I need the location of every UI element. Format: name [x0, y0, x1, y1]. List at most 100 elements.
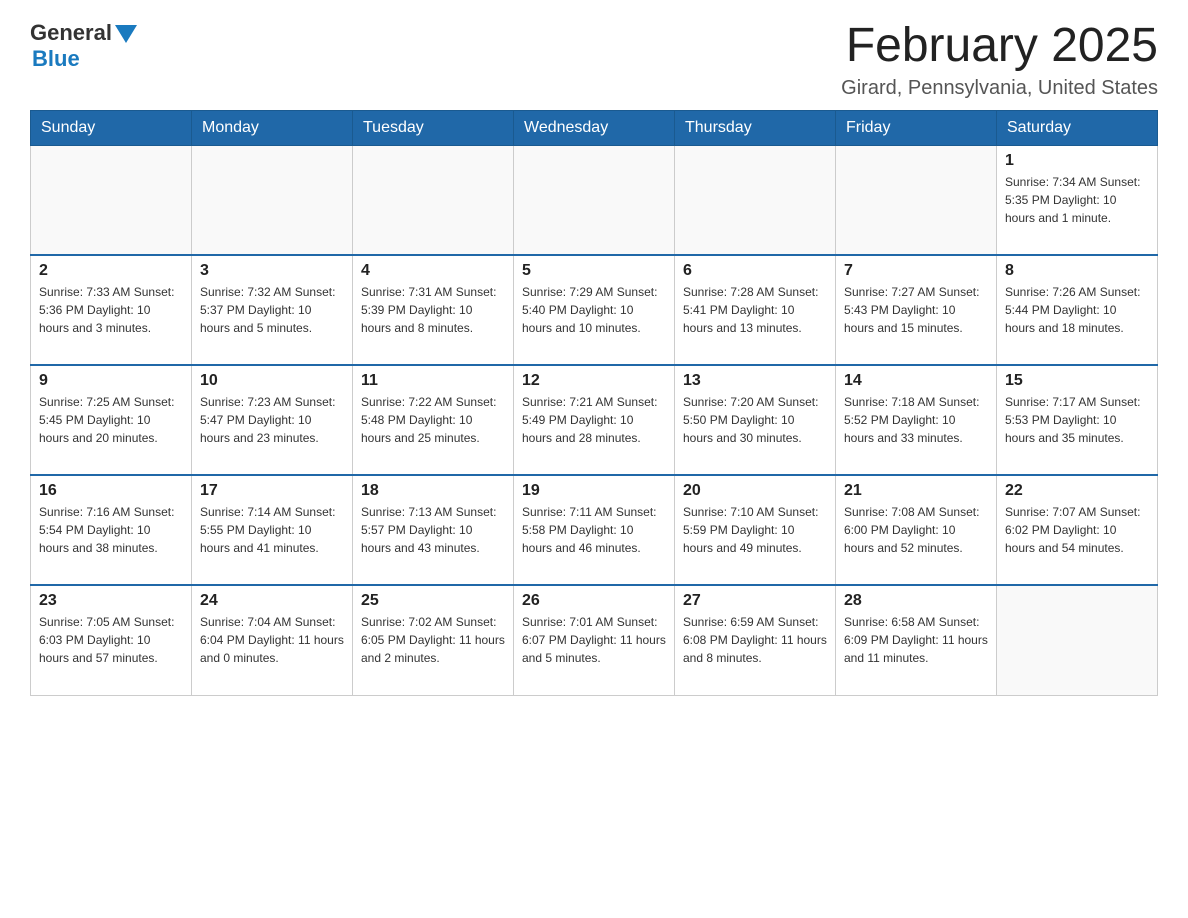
- table-row: [192, 145, 353, 255]
- day-info: Sunrise: 7:31 AM Sunset: 5:39 PM Dayligh…: [361, 283, 505, 337]
- calendar-week-row: 1 Sunrise: 7:34 AM Sunset: 5:35 PM Daylig…: [31, 145, 1158, 255]
- calendar-week-row: 2 Sunrise: 7:33 AM Sunset: 5:36 PM Daylig…: [31, 255, 1158, 365]
- table-row: 20Sunrise: 7:10 AM Sunset: 5:59 PM Dayli…: [675, 475, 836, 585]
- day-number: 5: [522, 262, 666, 280]
- day-info: Sunrise: 7:16 AM Sunset: 5:54 PM Dayligh…: [39, 503, 183, 557]
- table-row: 25 Sunrise: 7:02 AM Sunset: 6:05 PM Dayli…: [353, 585, 514, 695]
- table-row: 21 Sunrise: 7:08 AM Sunset: 6:00 PM Dayli…: [836, 475, 997, 585]
- table-row: 24 Sunrise: 7:04 AM Sunset: 6:04 PM Dayli…: [192, 585, 353, 695]
- table-row: [675, 145, 836, 255]
- day-info: Sunrise: 7:25 AM Sunset: 5:45 PM Dayligh…: [39, 393, 183, 447]
- day-info: Sunrise: 7:22 AM Sunset: 5:48 PM Dayligh…: [361, 393, 505, 447]
- day-info: Sunrise: 7:21 AM Sunset: 5:49 PM Dayligh…: [522, 393, 666, 447]
- table-row: 17 Sunrise: 7:14 AM Sunset: 5:55 PM Dayli…: [192, 475, 353, 585]
- calendar-week-row: 23Sunrise: 7:05 AM Sunset: 6:03 PM Dayli…: [31, 585, 1158, 695]
- day-info: Sunrise: 6:59 AM Sunset: 6:08 PM Dayligh…: [683, 613, 827, 667]
- table-row: [997, 585, 1158, 695]
- day-number: 2: [39, 262, 183, 280]
- table-row: [836, 145, 997, 255]
- table-row: 3Sunrise: 7:32 AM Sunset: 5:37 PM Daylig…: [192, 255, 353, 365]
- day-number: 4: [361, 262, 505, 280]
- day-number: 22: [1005, 482, 1149, 500]
- day-info: Sunrise: 7:07 AM Sunset: 6:02 PM Dayligh…: [1005, 503, 1149, 557]
- day-number: 3: [200, 262, 344, 280]
- day-number: 6: [683, 262, 827, 280]
- day-number: 24: [200, 592, 344, 610]
- table-row: 15 Sunrise: 7:17 AM Sunset: 5:53 PM Dayli…: [997, 365, 1158, 475]
- day-info: Sunrise: 7:28 AM Sunset: 5:41 PM Dayligh…: [683, 283, 827, 337]
- table-row: 8 Sunrise: 7:26 AM Sunset: 5:44 PM Daylig…: [997, 255, 1158, 365]
- calendar-week-row: 9 Sunrise: 7:25 AM Sunset: 5:45 PM Daylig…: [31, 365, 1158, 475]
- table-row: 19Sunrise: 7:11 AM Sunset: 5:58 PM Dayli…: [514, 475, 675, 585]
- day-info: Sunrise: 7:27 AM Sunset: 5:43 PM Dayligh…: [844, 283, 988, 337]
- day-number: 27: [683, 592, 827, 610]
- day-number: 14: [844, 372, 988, 390]
- day-info: Sunrise: 7:01 AM Sunset: 6:07 PM Dayligh…: [522, 613, 666, 667]
- table-row: 22 Sunrise: 7:07 AM Sunset: 6:02 PM Dayli…: [997, 475, 1158, 585]
- logo: General Blue: [30, 20, 137, 72]
- day-info: Sunrise: 7:02 AM Sunset: 6:05 PM Dayligh…: [361, 613, 505, 667]
- table-row: 9 Sunrise: 7:25 AM Sunset: 5:45 PM Daylig…: [31, 365, 192, 475]
- header-saturday: Saturday: [997, 110, 1158, 145]
- day-number: 12: [522, 372, 666, 390]
- day-number: 21: [844, 482, 988, 500]
- day-number: 1: [1005, 152, 1149, 170]
- table-row: 6 Sunrise: 7:28 AM Sunset: 5:41 PM Daylig…: [675, 255, 836, 365]
- day-info: Sunrise: 7:08 AM Sunset: 6:00 PM Dayligh…: [844, 503, 988, 557]
- header-wednesday: Wednesday: [514, 110, 675, 145]
- day-info: Sunrise: 7:10 AM Sunset: 5:59 PM Dayligh…: [683, 503, 827, 557]
- table-row: 12 Sunrise: 7:21 AM Sunset: 5:49 PM Dayli…: [514, 365, 675, 475]
- logo-general-text: General: [30, 20, 112, 46]
- day-info: Sunrise: 7:04 AM Sunset: 6:04 PM Dayligh…: [200, 613, 344, 667]
- table-row: 11Sunrise: 7:22 AM Sunset: 5:48 PM Dayli…: [353, 365, 514, 475]
- day-info: Sunrise: 7:17 AM Sunset: 5:53 PM Dayligh…: [1005, 393, 1149, 447]
- table-row: 23Sunrise: 7:05 AM Sunset: 6:03 PM Dayli…: [31, 585, 192, 695]
- day-number: 15: [1005, 372, 1149, 390]
- table-row: 16 Sunrise: 7:16 AM Sunset: 5:54 PM Dayli…: [31, 475, 192, 585]
- page-title: February 2025: [841, 20, 1158, 73]
- day-number: 16: [39, 482, 183, 500]
- logo-arrow-icon: [115, 25, 137, 43]
- header-monday: Monday: [192, 110, 353, 145]
- day-info: Sunrise: 7:13 AM Sunset: 5:57 PM Dayligh…: [361, 503, 505, 557]
- day-number: 17: [200, 482, 344, 500]
- day-info: Sunrise: 7:20 AM Sunset: 5:50 PM Dayligh…: [683, 393, 827, 447]
- day-info: Sunrise: 7:29 AM Sunset: 5:40 PM Dayligh…: [522, 283, 666, 337]
- table-row: 4 Sunrise: 7:31 AM Sunset: 5:39 PM Daylig…: [353, 255, 514, 365]
- header-thursday: Thursday: [675, 110, 836, 145]
- day-info: Sunrise: 7:26 AM Sunset: 5:44 PM Dayligh…: [1005, 283, 1149, 337]
- day-info: Sunrise: 7:14 AM Sunset: 5:55 PM Dayligh…: [200, 503, 344, 557]
- day-info: Sunrise: 7:23 AM Sunset: 5:47 PM Dayligh…: [200, 393, 344, 447]
- day-number: 7: [844, 262, 988, 280]
- title-section: February 2025 Girard, Pennsylvania, Unit…: [841, 20, 1158, 100]
- table-row: 7 Sunrise: 7:27 AM Sunset: 5:43 PM Daylig…: [836, 255, 997, 365]
- day-number: 8: [1005, 262, 1149, 280]
- day-info: Sunrise: 7:33 AM Sunset: 5:36 PM Dayligh…: [39, 283, 183, 337]
- day-number: 9: [39, 372, 183, 390]
- header-friday: Friday: [836, 110, 997, 145]
- calendar-week-row: 16 Sunrise: 7:16 AM Sunset: 5:54 PM Dayli…: [31, 475, 1158, 585]
- day-info: Sunrise: 7:18 AM Sunset: 5:52 PM Dayligh…: [844, 393, 988, 447]
- table-row: 5 Sunrise: 7:29 AM Sunset: 5:40 PM Daylig…: [514, 255, 675, 365]
- calendar-table: Sunday Monday Tuesday Wednesday Thursday…: [30, 110, 1158, 696]
- table-row: 18Sunrise: 7:13 AM Sunset: 5:57 PM Dayli…: [353, 475, 514, 585]
- header-tuesday: Tuesday: [353, 110, 514, 145]
- calendar-header-row: Sunday Monday Tuesday Wednesday Thursday…: [31, 110, 1158, 145]
- table-row: 14 Sunrise: 7:18 AM Sunset: 5:52 PM Dayli…: [836, 365, 997, 475]
- table-row: 27 Sunrise: 6:59 AM Sunset: 6:08 PM Dayli…: [675, 585, 836, 695]
- table-row: 1 Sunrise: 7:34 AM Sunset: 5:35 PM Daylig…: [997, 145, 1158, 255]
- day-number: 28: [844, 592, 988, 610]
- table-row: [514, 145, 675, 255]
- header-sunday: Sunday: [31, 110, 192, 145]
- table-row: 28 Sunrise: 6:58 AM Sunset: 6:09 PM Dayli…: [836, 585, 997, 695]
- day-info: Sunrise: 7:34 AM Sunset: 5:35 PM Dayligh…: [1005, 173, 1149, 227]
- day-info: Sunrise: 6:58 AM Sunset: 6:09 PM Dayligh…: [844, 613, 988, 667]
- day-number: 25: [361, 592, 505, 610]
- day-number: 23: [39, 592, 183, 610]
- day-number: 13: [683, 372, 827, 390]
- page-header: General Blue February 2025 Girard, Penns…: [30, 20, 1158, 100]
- table-row: 13 Sunrise: 7:20 AM Sunset: 5:50 PM Dayli…: [675, 365, 836, 475]
- day-number: 26: [522, 592, 666, 610]
- location-subtitle: Girard, Pennsylvania, United States: [841, 77, 1158, 100]
- table-row: [353, 145, 514, 255]
